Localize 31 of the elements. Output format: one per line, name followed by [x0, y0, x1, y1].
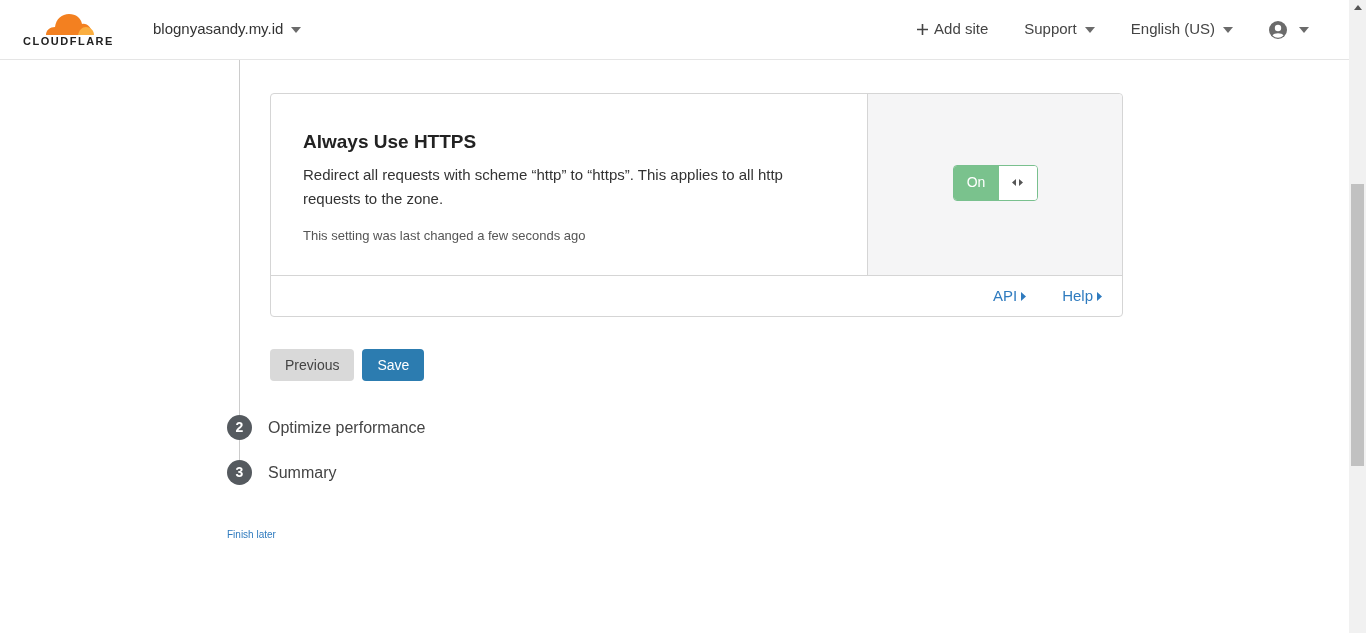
setting-description: Redirect all requests with scheme “http” to “https”. This applies to all http requests to the zone. [303, 164, 784, 209]
logo-text: CLOUDFLARE [23, 36, 114, 47]
user-icon [1269, 20, 1287, 39]
handle-icon [1012, 179, 1023, 186]
plus-icon [917, 24, 929, 35]
step-number: 3 [227, 460, 252, 485]
doc-link[interactable]: Help [1062, 284, 1102, 308]
caret-icon [1084, 26, 1095, 33]
toggle-label: On [953, 165, 999, 200]
scrollbar[interactable] [1349, 0, 1366, 633]
site-selector[interactable]: blognyasandy.my.id [153, 18, 302, 41]
step-number: 2 [227, 415, 252, 440]
caret-icon [1021, 291, 1027, 301]
previous-button[interactable]: Previous [270, 349, 355, 381]
doc-link[interactable]: API [992, 284, 1027, 308]
save-button[interactable]: Save [362, 349, 425, 381]
cloudflare-logo[interactable]: CLOUDFLARE [16, 12, 121, 47]
caret-icon [291, 26, 302, 33]
last-changed-text: This setting was last changed a few seconds ago [303, 226, 587, 245]
scroll-up-icon [1353, 5, 1362, 10]
setting-title: Always Use HTTPS [303, 130, 478, 154]
step-label: Optimize performance [268, 417, 426, 438]
menu-button[interactable]: English (US) [1130, 18, 1233, 41]
add-site-button[interactable]: Add site [917, 18, 989, 41]
caret-icon [1299, 26, 1309, 33]
step-label: Summary [268, 462, 337, 483]
finish-later-link[interactable]: Finish later [227, 527, 276, 542]
caret-icon [1097, 291, 1102, 301]
menu-button[interactable]: Support [1024, 18, 1095, 41]
account-menu-button[interactable] [1269, 20, 1309, 39]
caret-icon [1223, 26, 1233, 33]
